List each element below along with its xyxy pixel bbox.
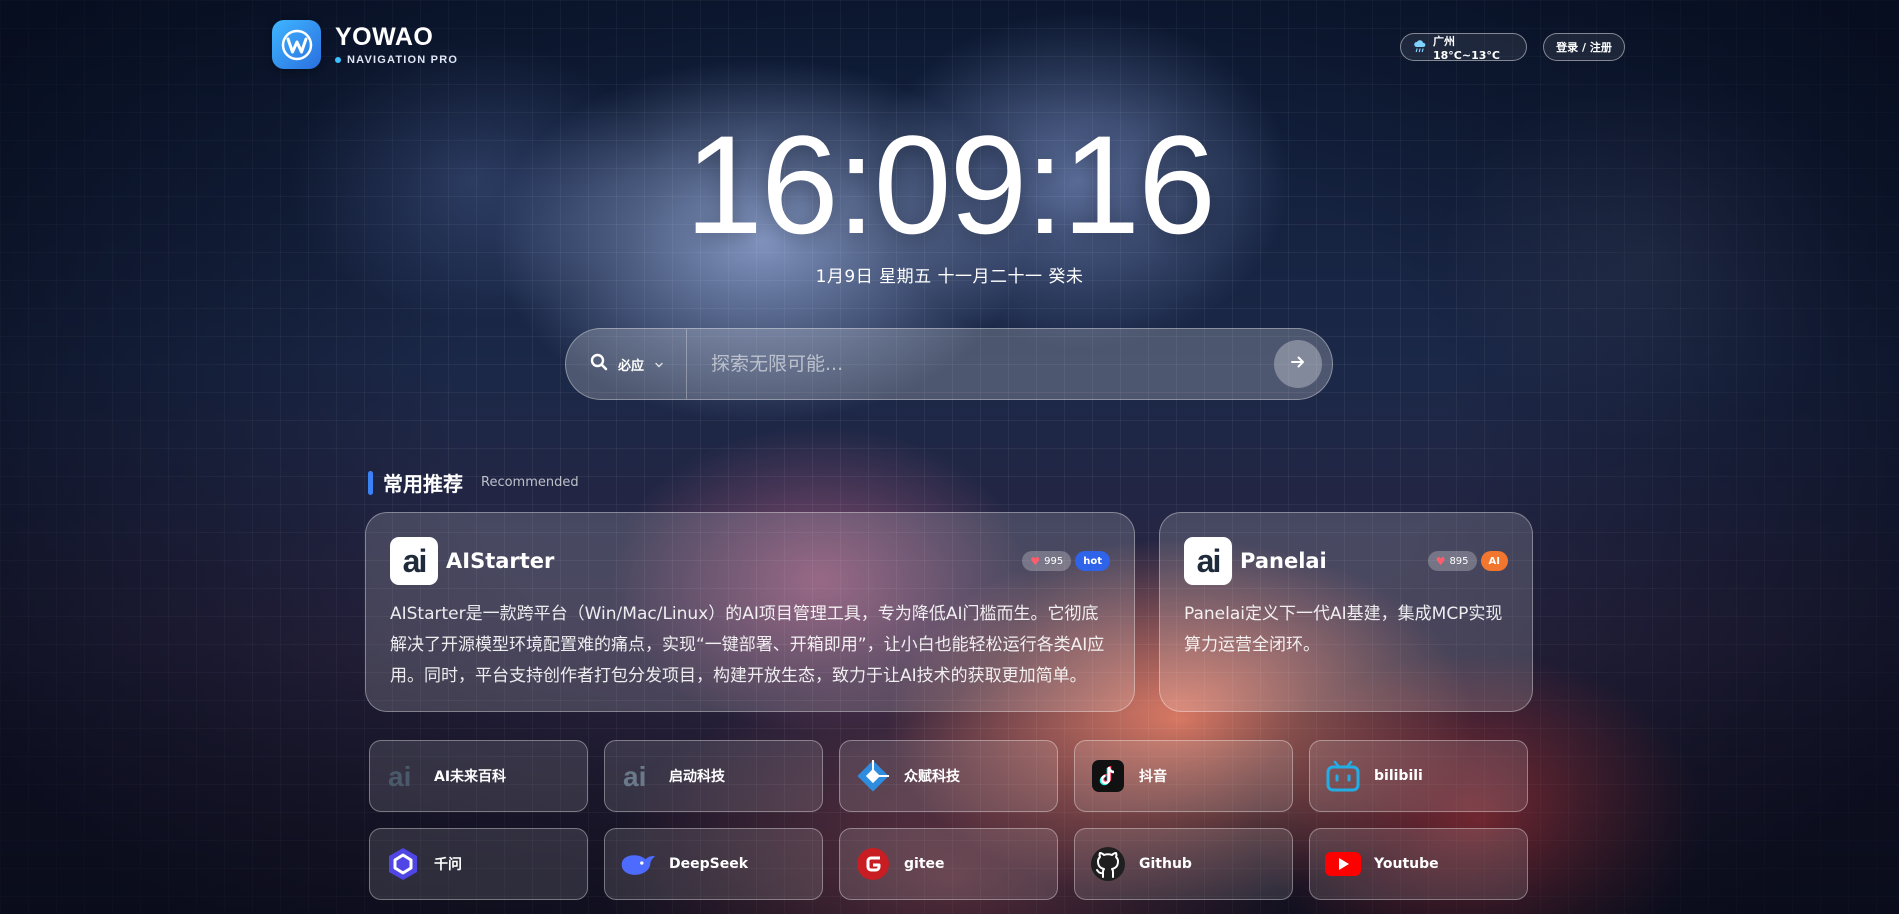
featured-card-aistarter[interactable]: ai AIStarter ♥ 995 hot AIStarter是一款跨平台（W… (365, 512, 1135, 712)
site-tile-douyin[interactable]: 抖音 (1074, 740, 1293, 812)
ai-logo-icon: ai (619, 757, 657, 795)
site-label: Github (1139, 856, 1192, 872)
rain-cloud-icon (1413, 39, 1427, 56)
card-header: ai Panelai ♥ 895 AI (1184, 537, 1508, 585)
site-tile-github[interactable]: Github (1074, 828, 1293, 900)
likes-count: 895 (1449, 555, 1469, 567)
clock-date: 1月9日 星期五 十一月二十一 癸未 (815, 267, 1084, 287)
ai-logo-icon: ai (384, 757, 422, 795)
ai-logo-icon: ai (1184, 537, 1232, 585)
brand[interactable]: YOWAO NAVIGATION PRO (272, 20, 458, 69)
site-label: DeepSeek (669, 856, 749, 872)
featured-card-panelai[interactable]: ai Panelai ♥ 895 AI Panelai定义下一代AI基建，集成M… (1159, 512, 1533, 712)
section-accent-bar (368, 470, 373, 495)
arrow-right-icon (1289, 353, 1307, 375)
site-tile-deepseek[interactable]: DeepSeek (604, 828, 823, 900)
site-label: AI未来百科 (434, 769, 507, 785)
site-tile-qwen[interactable]: 千问 (369, 828, 588, 900)
tag-badge: hot (1075, 551, 1110, 571)
section-title: 常用推荐 (383, 472, 463, 496)
diamond-logo-icon (854, 757, 892, 795)
brand-subtitle: NAVIGATION PRO (347, 53, 459, 66)
site-label: Youtube (1374, 856, 1439, 872)
site-label: 启动科技 (669, 769, 725, 785)
status-dot (335, 56, 341, 63)
likes-count: 995 (1044, 555, 1064, 567)
svg-text:ai: ai (623, 761, 646, 791)
site-label: gitee (904, 856, 945, 872)
site-label: bilibili (1374, 768, 1423, 784)
heart-icon: ♥ (1030, 554, 1041, 568)
qwen-icon (384, 845, 422, 883)
search-input[interactable] (687, 328, 1274, 400)
section-subtitle: Recommended (481, 475, 579, 490)
chevron-down-icon (654, 355, 664, 374)
card-title: Panelai (1240, 549, 1327, 573)
svg-text:ai: ai (388, 761, 411, 791)
whale-icon (619, 845, 657, 883)
section-header: 常用推荐 Recommended (368, 468, 579, 497)
likes-badge[interactable]: ♥ 895 (1427, 551, 1477, 571)
weather-button[interactable]: 广州 18°C~13°C (1400, 33, 1527, 62)
likes-badge[interactable]: ♥ 995 (1022, 551, 1072, 571)
login-button[interactable]: 登录 / 注册 (1543, 33, 1625, 61)
search-icon (590, 353, 608, 375)
tiktok-icon (1089, 757, 1127, 795)
heart-icon: ♥ (1435, 554, 1446, 568)
site-label: 千问 (434, 857, 462, 873)
github-icon (1089, 845, 1127, 883)
weather-text: 广州 18°C~13°C (1433, 34, 1500, 62)
site-tile-bilibili[interactable]: bilibili (1309, 740, 1528, 812)
brand-subtitle-row: NAVIGATION PRO (335, 54, 458, 66)
card-header: ai AIStarter ♥ 995 hot (390, 537, 1110, 585)
gitee-icon (854, 845, 892, 883)
brand-name: YOWAO (335, 22, 434, 51)
site-tile-youtube[interactable]: Youtube (1309, 828, 1528, 900)
brand-text: YOWAO NAVIGATION PRO (335, 24, 458, 66)
tag-badge: AI (1480, 551, 1508, 571)
site-tile-qidong-tech[interactable]: ai 启动科技 (604, 740, 823, 812)
youtube-icon (1324, 845, 1362, 883)
ai-logo-icon: ai (390, 537, 438, 585)
site-tile-gitee[interactable]: gitee (839, 828, 1058, 900)
site-label: 众赋科技 (904, 769, 960, 785)
site-label: 抖音 (1139, 769, 1167, 785)
brand-logo-icon (272, 20, 321, 69)
site-tile-zhongfu-tech[interactable]: 众赋科技 (839, 740, 1058, 812)
card-description: Panelai定义下一代AI基建，集成MCP实现算力运营全闭环。 (1184, 604, 1503, 655)
card-title: AIStarter (446, 549, 555, 573)
search-submit-button[interactable] (1274, 340, 1322, 388)
search-engine-selector[interactable]: 必应 (566, 329, 687, 399)
search-engine-label: 必应 (618, 358, 645, 374)
clock-time: 16:09:16 (685, 106, 1216, 263)
site-tile-ai-future-wiki[interactable]: ai AI未来百科 (369, 740, 588, 812)
search-bar: 必应 (565, 328, 1333, 400)
card-description: AIStarter是一款跨平台（Win/Mac/Linux）的AI项目管理工具，… (390, 604, 1105, 686)
bilibili-icon (1324, 757, 1362, 795)
